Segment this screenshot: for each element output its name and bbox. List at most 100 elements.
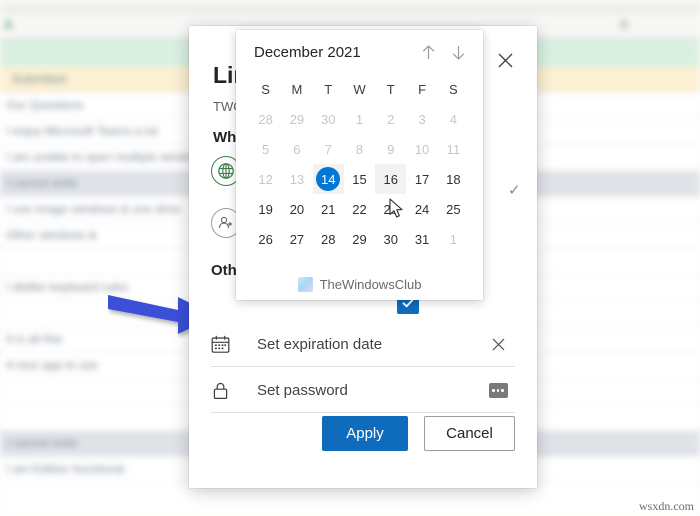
calendar-day-header: T: [386, 81, 395, 97]
spreadsheet-cell-text: I cannot write: [6, 176, 78, 190]
calendar-day-cell: 30: [313, 104, 344, 134]
calendar-week-row: 26 27 28 29 30 31 1: [250, 224, 469, 254]
calendar-day-number: 25: [446, 201, 461, 217]
calendar-day-number: 24: [414, 201, 430, 217]
column-header-a: A: [4, 17, 13, 32]
calendar-day-cell[interactable]: 15: [344, 164, 375, 194]
calendar-day-header: S: [449, 81, 458, 97]
calendar-day-number: 17: [414, 171, 430, 187]
expiration-date-row[interactable]: Set expiration date: [211, 323, 515, 367]
calendar-day-headers: SMTWTFS: [250, 74, 469, 104]
calendar-day-number: 18: [446, 171, 461, 187]
close-icon: [498, 53, 512, 67]
close-dialog-button[interactable]: [489, 44, 521, 76]
calendar-day-cell[interactable]: 17: [406, 164, 437, 194]
calendar-day-cell[interactable]: 18: [438, 164, 469, 194]
calendar-week-row: 5 6 7 8 9 10 11: [250, 134, 469, 164]
calendar-day-number: 1: [355, 111, 364, 127]
expiration-date-label: Set expiration date: [257, 336, 383, 353]
calendar-day-cell[interactable]: 31: [406, 224, 437, 254]
calendar-day-cell[interactable]: 29: [344, 224, 375, 254]
close-icon: [492, 338, 504, 351]
thewindowsclub-watermark: TheWindowsClub: [236, 277, 483, 292]
calendar-day-cell[interactable]: 23: [375, 194, 406, 224]
password-dots-icon: [488, 383, 508, 398]
calendar-week-row: 28 29 30 1 2 3 4: [250, 104, 469, 134]
spreadsheet-cell-text: It is all fine: [6, 332, 63, 346]
thewindowsclub-logo-icon: [297, 277, 313, 292]
calendar-day-cell: 1: [344, 104, 375, 134]
calendar-day-cell[interactable]: 28: [313, 224, 344, 254]
password-row[interactable]: Set password: [211, 369, 515, 413]
spreadsheet-cell-text: I use image windows & one drive: [6, 202, 182, 216]
calendar-day-number: 31: [414, 231, 430, 247]
calendar-day-header: M: [291, 81, 303, 97]
calendar-day-number: 30: [320, 111, 336, 127]
calendar-day-cell[interactable]: 24: [406, 194, 437, 224]
calendar-day-cell[interactable]: 16: [375, 164, 407, 194]
calendar-day-number: 1: [449, 231, 457, 247]
calendar-day-cell[interactable]: 30: [375, 224, 406, 254]
spreadsheet-cell-text: A nice app to use: [6, 358, 99, 372]
calendar-day-cell: 1: [438, 224, 469, 254]
calendar-week-row: 12 13 14 15 16 17 18: [250, 164, 469, 194]
calendar-day-header: S: [261, 81, 270, 97]
calendar-day-number: 4: [449, 111, 457, 127]
arrow-up-icon: [422, 44, 434, 59]
calendar-day-number: 3: [418, 111, 426, 127]
clear-expiration-button[interactable]: [481, 338, 515, 351]
spreadsheet-cell-text: Our Questions: [6, 98, 84, 112]
thewindowsclub-watermark-text: TheWindowsClub: [319, 277, 422, 292]
calendar-day-header: F: [418, 81, 427, 97]
calendar-day-cell[interactable]: 19: [250, 194, 281, 224]
calendar-day-cell: 7: [313, 134, 344, 164]
spreadsheet-cell-text: I am unable to open multiple windows in: [6, 150, 219, 164]
calendar-day-number: 26: [258, 231, 273, 247]
calendar-day-number: 19: [258, 201, 273, 217]
spreadsheet-cell-text: Submitted: [12, 72, 67, 86]
calendar-day-cell[interactable]: 20: [281, 194, 312, 224]
calendar-prev-month-button[interactable]: [413, 37, 443, 67]
calendar-day-number: 14: [316, 167, 341, 191]
calendar-day-cell: 4: [438, 104, 469, 134]
calendar-day-cell: 13: [281, 164, 312, 194]
calendar-day-cell[interactable]: 27: [281, 224, 312, 254]
calendar-day-number: 15: [352, 171, 367, 187]
calendar-day-cell: 11: [438, 134, 469, 164]
password-label: Set password: [257, 382, 348, 399]
calendar-day-cell: 2: [375, 104, 406, 134]
show-password-button[interactable]: [481, 383, 515, 398]
calendar-day-number: 6: [293, 141, 301, 157]
calendar-day-cell: 28: [250, 104, 281, 134]
calendar-header: December 2021: [236, 30, 483, 74]
calendar-weeks: 28 29 30 1 2 3 4 5 6 7 8 9 10 11 12 13 14 15 16 17 18 19 20 21 2…: [250, 104, 469, 254]
calendar-day-cell[interactable]: 26: [250, 224, 281, 254]
screenshot-root: A B Submitted Our Questions I enjoy Micros…: [0, 0, 700, 516]
calendar-day-cell[interactable]: 25: [438, 194, 469, 224]
calendar-day-number: 28: [258, 111, 273, 127]
calendar-next-month-button[interactable]: [443, 37, 473, 67]
option-check-anyone: ✓: [508, 182, 521, 199]
spreadsheet-cell-text: I dislike keyboard rules: [6, 280, 129, 294]
calendar-day-number: 16: [383, 171, 399, 187]
calendar-day-number: 23: [383, 201, 399, 217]
calendar-day-cell[interactable]: 14: [312, 164, 344, 194]
calendar-day-number: 12: [258, 171, 273, 187]
calendar-day-cell: 5: [250, 134, 281, 164]
calendar-day-number: 22: [352, 201, 367, 217]
calendar-day-number: 27: [289, 231, 305, 247]
calendar-day-number: 30: [383, 231, 399, 247]
calendar-day-header: W: [353, 81, 366, 97]
calendar-day-cell[interactable]: 22: [344, 194, 375, 224]
calendar-day-cell[interactable]: 21: [313, 194, 344, 224]
spreadsheet-top-strip: [0, 0, 700, 14]
calendar-month-year[interactable]: December 2021: [254, 44, 413, 61]
apply-button[interactable]: Apply: [322, 416, 408, 451]
cancel-button[interactable]: Cancel: [424, 416, 515, 451]
calendar-week-row: 19 20 21 22 23 24 25: [250, 194, 469, 224]
calendar-day-number: 10: [414, 141, 430, 157]
calendar-day-number: 13: [289, 171, 305, 187]
lock-icon: [211, 381, 241, 400]
calendar-day-cell: 6: [281, 134, 312, 164]
calendar-day-cell: 9: [375, 134, 406, 164]
